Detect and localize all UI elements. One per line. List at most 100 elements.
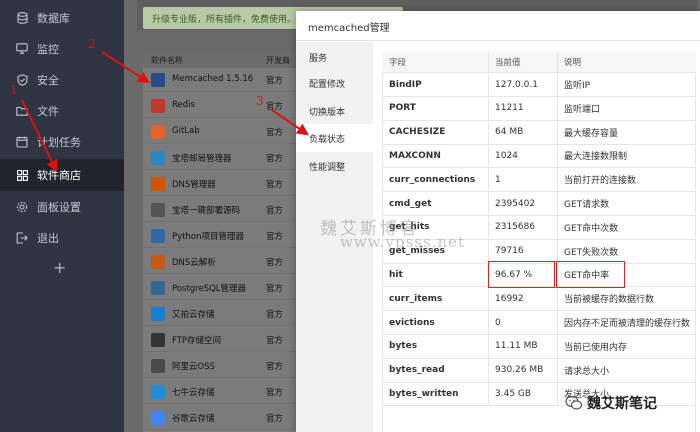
app-list-header: 软件名称 开发商	[143, 52, 303, 68]
app-developer: 官方	[266, 180, 284, 190]
tab-performance[interactable]: 性能调整	[296, 153, 373, 179]
field-name: CACHESIZE	[389, 127, 446, 138]
gear-icon	[16, 201, 28, 213]
field-description: GET命中次数	[564, 223, 619, 234]
hit-value-highlight	[488, 261, 555, 288]
app-row[interactable]: GitLab 官方	[143, 120, 303, 144]
table-row: evictions 0 因内存不足而被清理的缓存行数	[382, 311, 696, 335]
sidebar-item-database[interactable]: 数据库	[0, 2, 124, 33]
header-field: 字段	[389, 57, 407, 68]
app-developer: 官方	[266, 414, 284, 424]
table-row: MAXCONN 1024 最大连接数限制	[382, 144, 696, 169]
app-developer: 官方	[266, 336, 284, 346]
table-row: bytes_read 930.26 MB 请求总大小	[382, 358, 696, 383]
app-developer: 官方	[266, 206, 284, 216]
brand-text: 魏艾斯笔记	[587, 396, 657, 412]
table-row: curr_connections 1 当前打开的连接数	[382, 168, 696, 193]
field-value: 79716	[495, 246, 524, 257]
field-name: curr_connections	[389, 174, 476, 185]
dns-cloud-icon	[151, 255, 165, 269]
app-name: 七牛云存储	[172, 388, 215, 398]
table-row: bytes 11.11 MB 当前已使用内存	[382, 334, 696, 359]
grid-icon	[16, 169, 28, 181]
app-row[interactable]: 宝塔一键部署源码 官方	[143, 198, 303, 222]
upyun-icon	[151, 307, 165, 321]
field-value: 0	[495, 317, 501, 328]
app-row[interactable]: PostgreSQL管理器 官方	[143, 276, 303, 300]
sidebar-item-label: 数据库	[37, 11, 70, 25]
field-value: 16992	[495, 293, 524, 304]
app-developer: 官方	[266, 258, 284, 268]
app-name: DNS云解析	[172, 258, 216, 268]
tab-load-status[interactable]: 负载状态	[296, 124, 373, 152]
table-row: CACHESIZE 64 MB 最大缓存容量	[382, 120, 696, 145]
sidebar-item-cron[interactable]: 计划任务	[0, 126, 124, 157]
sidebar-item-security[interactable]: 安全	[0, 64, 124, 95]
redis-icon	[151, 99, 165, 113]
app-row[interactable]: Python项目管理器 官方	[143, 224, 303, 248]
field-description: 因内存不足而被清理的缓存行数	[564, 319, 691, 329]
sidebar-item-settings[interactable]: 面板设置	[0, 191, 124, 222]
app-row[interactable]: DNS管理器 官方	[143, 172, 303, 196]
table-row: cmd_get 2395402 GET请求数	[382, 192, 696, 216]
app-name: 又拍云存储	[172, 310, 215, 320]
shield-icon	[16, 73, 28, 86]
field-name: bytes	[389, 341, 418, 352]
field-name: bytes_written	[389, 388, 459, 399]
sidebar-item-files[interactable]: 文件	[0, 95, 124, 126]
memcached-icon	[151, 73, 165, 87]
app-row[interactable]: 谷歌云存储 官方	[143, 406, 303, 430]
step-1-label: 1	[10, 83, 18, 97]
field-name: curr_items	[389, 293, 443, 304]
field-value: 3.45 GB	[495, 388, 532, 399]
sidebar-item-monitor[interactable]: 监控	[0, 33, 124, 64]
qiniu-icon	[151, 385, 165, 399]
database-icon	[16, 11, 28, 24]
field-name: MAXCONN	[389, 150, 441, 161]
app-row[interactable]: 阿里云OSS 官方	[143, 354, 303, 378]
app-developer: 官方	[266, 232, 284, 242]
sidebar-item-label: 安全	[37, 73, 59, 87]
field-description: GET失败次数	[564, 247, 619, 258]
column-header-name: 软件名称	[151, 56, 183, 65]
table-header: 字段 当前值 说明	[382, 51, 696, 73]
app-developer: 官方	[266, 76, 284, 86]
field-description: 请求总大小	[564, 366, 610, 377]
sidebar-item-label: 退出	[37, 231, 59, 245]
dns-icon	[151, 177, 165, 191]
tab-switch-version[interactable]: 切换版本	[296, 98, 373, 124]
app-developer: 官方	[266, 310, 284, 320]
app-name: 宝塔一键部署源码	[172, 206, 241, 216]
app-row[interactable]: 又拍云存储 官方	[143, 302, 303, 326]
app-name: GitLab	[172, 126, 200, 136]
field-value: 11.11 MB	[495, 341, 538, 352]
brand-watermark: 魏艾斯笔记	[565, 393, 657, 413]
app-row[interactable]: DNS云解析 官方	[143, 250, 303, 274]
sidebar-item-label: 面板设置	[37, 200, 81, 214]
field-description: 监听IP	[564, 81, 591, 91]
sidebar-item-app-store[interactable]: 软件商店	[0, 159, 124, 191]
field-value: 64 MB	[495, 127, 524, 138]
app-name: Memcached 1.5.16	[172, 74, 254, 84]
app-row[interactable]: Memcached 1.5.16 官方	[143, 68, 303, 92]
app-name: PostgreSQL管理器	[172, 284, 247, 294]
field-value: 1024	[495, 150, 518, 161]
app-row[interactable]: FTP存储空间 官方	[143, 328, 303, 352]
field-value: 1	[495, 174, 501, 185]
sidebar-item-label: 计划任务	[37, 135, 81, 149]
app-row[interactable]: 宝塔邮局管理器 官方	[143, 146, 303, 170]
sidebar-item-logout[interactable]: 退出	[0, 222, 124, 253]
app-row[interactable]: 七牛云存储 官方	[143, 380, 303, 404]
sidebar-item-label: 文件	[37, 104, 59, 118]
app-row[interactable]: Redis 官方	[143, 94, 303, 118]
add-icon[interactable]: +	[53, 258, 66, 277]
tab-service[interactable]: 服务	[296, 44, 373, 70]
app-developer: 官方	[266, 362, 284, 372]
field-value: 2395402	[495, 198, 536, 209]
tab-config[interactable]: 配置修改	[296, 70, 373, 96]
field-value: 127.0.0.1	[495, 79, 538, 90]
folder-icon	[16, 105, 28, 117]
wechat-icon	[565, 394, 583, 412]
app-developer: 官方	[266, 284, 284, 294]
google-cloud-icon	[151, 411, 165, 425]
